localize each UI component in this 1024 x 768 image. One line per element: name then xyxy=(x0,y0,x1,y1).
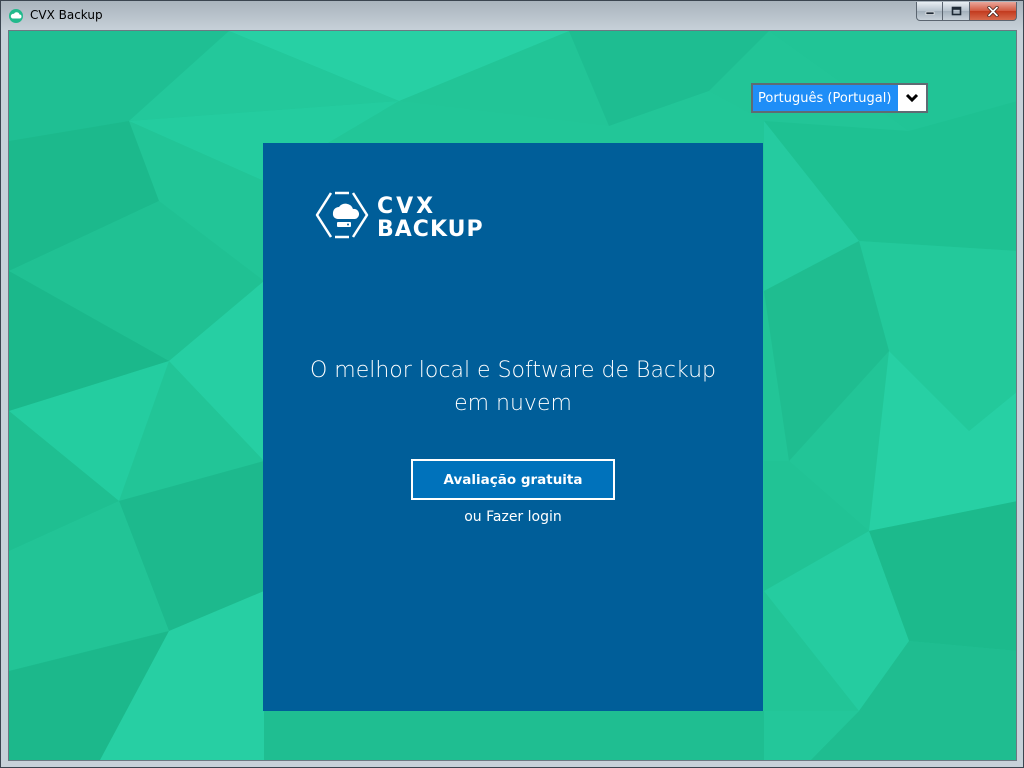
window-title: CVX Backup xyxy=(30,8,103,22)
cvx-backup-logo: CVX BACKUP xyxy=(315,191,484,241)
welcome-panel: CVX BACKUP O melhor local e Software de … xyxy=(263,143,763,711)
maximize-icon xyxy=(951,6,961,16)
free-trial-button[interactable]: Avaliação gratuita xyxy=(411,459,615,500)
login-link[interactable]: ou Fazer login xyxy=(263,509,763,525)
language-select[interactable]: Português (Portugal) xyxy=(751,83,928,113)
language-dropdown-button[interactable] xyxy=(898,85,926,111)
logo-text-backup: BACKUP xyxy=(377,217,484,241)
minimize-icon xyxy=(925,11,934,15)
chevron-down-icon xyxy=(905,93,919,103)
window-controls xyxy=(916,2,1017,21)
close-icon xyxy=(987,5,999,17)
app-content: Português (Portugal) CVX BACKUP O melhor… xyxy=(8,30,1017,761)
language-selected-value: Português (Portugal) xyxy=(753,85,898,111)
title-bar[interactable]: CVX Backup xyxy=(1,1,1023,30)
minimize-button[interactable] xyxy=(916,2,943,21)
app-window: CVX Backup Português (Portugal) CVX BACK… xyxy=(0,0,1024,768)
maximize-button[interactable] xyxy=(943,2,970,21)
close-button[interactable] xyxy=(970,2,1017,21)
tagline: O melhor local e Software de Backup em n… xyxy=(309,358,717,416)
logo-text-cvx: CVX xyxy=(377,194,436,219)
app-cloud-icon xyxy=(9,9,23,23)
